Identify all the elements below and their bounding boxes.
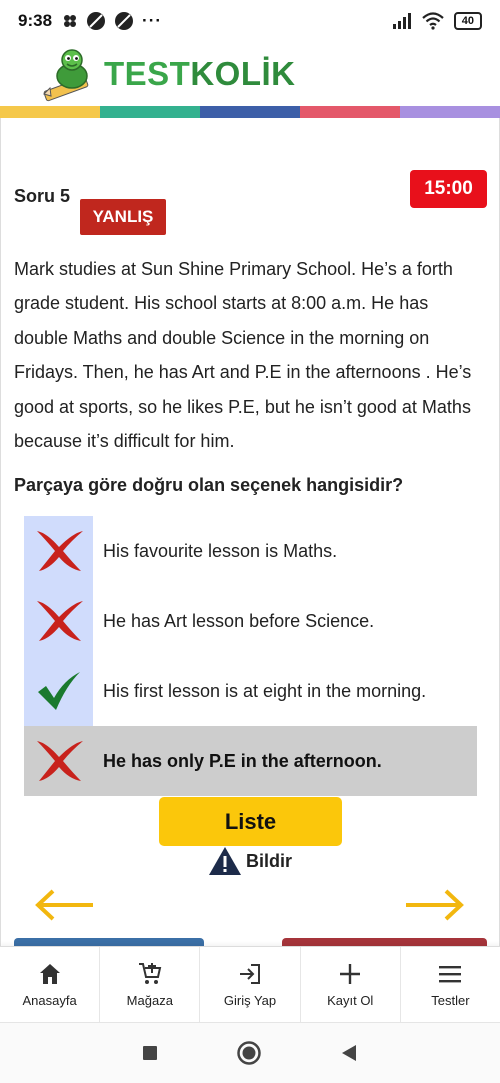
brand-name-part1: TEST xyxy=(104,55,191,92)
option-mark xyxy=(24,656,93,726)
nav-label: Giriş Yap xyxy=(223,993,277,1008)
result-badge: YANLIŞ xyxy=(80,199,166,235)
strip-segment xyxy=(0,106,100,118)
option-text: He has only P.E in the afternoon. xyxy=(103,750,382,771)
strip-segment xyxy=(300,106,400,118)
back-icon[interactable] xyxy=(340,1044,358,1062)
warning-icon xyxy=(209,847,241,875)
system-navigation-bar xyxy=(0,1022,500,1083)
nav-label: Testler xyxy=(431,993,470,1008)
list-button[interactable]: Liste xyxy=(159,797,342,846)
option-text: He has Art lesson before Science. xyxy=(103,610,375,631)
signal-icon xyxy=(392,13,411,29)
strip-segment xyxy=(200,106,300,118)
color-strip xyxy=(0,106,500,118)
turtle-mascot-icon[interactable] xyxy=(42,46,102,102)
menu-icon xyxy=(439,966,462,983)
wifi-icon xyxy=(422,12,444,30)
plus-icon xyxy=(340,964,361,984)
answer-option-c[interactable]: His first lesson is at eight in the morn… xyxy=(24,656,477,726)
more-dots-icon: ··· xyxy=(142,11,163,30)
recent-apps-icon[interactable] xyxy=(142,1045,158,1061)
question-prompt: Parçaya göre doğru olan seçenek hangisid… xyxy=(14,475,404,495)
brand-name-part2: KOLİK xyxy=(190,55,296,92)
strip-segment xyxy=(400,106,500,118)
cross-icon xyxy=(36,601,83,641)
login-icon xyxy=(240,964,260,984)
option-mark xyxy=(24,516,93,586)
nav-label: Anasayfa xyxy=(22,993,77,1008)
option-text: His favourite lesson is Maths. xyxy=(103,540,338,561)
answer-option-a[interactable]: His favourite lesson is Maths. xyxy=(24,516,477,586)
report-label: Bildir xyxy=(246,850,293,871)
reading-passage: Mark studies at Sun Shine Primary School… xyxy=(14,259,472,452)
nav-tests[interactable]: Testler xyxy=(401,947,500,1022)
cross-icon xyxy=(36,531,83,571)
nav-label: Mağaza xyxy=(126,993,173,1008)
cross-icon xyxy=(36,741,83,781)
timer-badge: 15:00 xyxy=(410,170,487,208)
home-icon xyxy=(39,964,60,984)
cart-icon xyxy=(138,963,162,984)
nav-login[interactable]: Giriş Yap xyxy=(200,947,301,1022)
option-text: His first lesson is at eight in the morn… xyxy=(103,680,427,701)
nav-home[interactable]: Anasayfa xyxy=(0,947,101,1022)
option-mark xyxy=(24,726,93,796)
status-bar: 9:38 ··· 40 xyxy=(0,0,500,42)
check-icon xyxy=(37,672,80,710)
answer-options: His favourite lesson is Maths. He has Ar… xyxy=(24,516,477,796)
question-number: Soru 5 xyxy=(14,186,71,206)
blocked-icon xyxy=(87,12,106,30)
nav-label: Kayıt Ol xyxy=(327,993,374,1008)
next-arrow-icon[interactable] xyxy=(404,888,466,922)
previous-arrow-icon[interactable] xyxy=(33,888,95,922)
brand-logo-text[interactable]: TESTKOLİK xyxy=(104,55,296,93)
bottom-navigation: Anasayfa Mağaza Giriş Yap Kayıt Ol Testl… xyxy=(0,946,500,1022)
notification-icons: ··· xyxy=(62,11,162,31)
report-link[interactable]: Bildir xyxy=(208,846,292,876)
strip-segment xyxy=(100,106,200,118)
answer-option-d[interactable]: He has only P.E in the afternoon. xyxy=(24,726,477,796)
status-time: 9:38 xyxy=(18,11,53,30)
answer-option-b[interactable]: He has Art lesson before Science. xyxy=(24,586,477,656)
home-circle-icon[interactable] xyxy=(236,1040,262,1066)
option-mark xyxy=(24,586,93,656)
site-header: TESTKOLİK xyxy=(0,42,500,106)
blocked-icon xyxy=(115,12,134,30)
battery-indicator: 40 xyxy=(453,12,482,30)
nav-register[interactable]: Kayıt Ol xyxy=(301,947,401,1022)
fan-icon xyxy=(64,15,77,27)
nav-store[interactable]: Mağaza xyxy=(100,947,201,1022)
